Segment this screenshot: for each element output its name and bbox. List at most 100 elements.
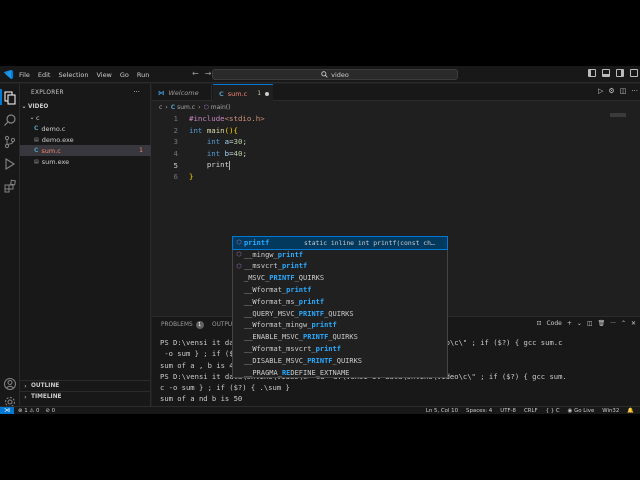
function-symbol-icon: ⬡ xyxy=(236,262,242,270)
tree-file-sum-exe[interactable]: ▤ sum.exe xyxy=(20,156,151,167)
typed-text: print xyxy=(206,160,230,170)
blank-icon: ⬡ xyxy=(234,275,244,282)
chevron-right-icon: › xyxy=(165,103,168,111)
files-icon xyxy=(4,91,16,105)
suggestion-item[interactable]: ⬡_MSVC_PRINTF_QUIRKS xyxy=(233,272,447,284)
timeline-label: TIMELINE xyxy=(31,394,62,400)
language-mode[interactable]: { } C xyxy=(546,408,560,414)
suggestion-item[interactable]: ⬡__QUERY_MSVC_PRINTF_QUIRKS xyxy=(233,308,447,320)
explorer-header: EXPLORER xyxy=(31,90,64,96)
platform[interactable]: Win32 xyxy=(602,408,619,414)
terminal-kind[interactable]: Code xyxy=(546,320,561,327)
tree-file-sum-c[interactable]: C sum.c 1 xyxy=(20,145,151,156)
suggestion-label: __Wformat_mingw_printf xyxy=(244,321,337,330)
toggle-secondary-sidebar-icon[interactable] xyxy=(616,69,624,77)
c-file-icon: C xyxy=(34,125,39,132)
suggestion-item[interactable]: ⬡ __msvcrt_printf xyxy=(233,261,447,273)
menu-go[interactable]: Go xyxy=(120,71,129,79)
ports-status[interactable]: ⊘ 0 xyxy=(45,408,55,414)
function-name: main xyxy=(206,125,225,135)
suggestion-label: __Wformat_printf xyxy=(244,286,312,295)
menu-run[interactable]: Run xyxy=(137,71,149,79)
new-terminal-icon[interactable]: + xyxy=(567,320,572,327)
remote-indicator-icon[interactable]: ⋊ xyxy=(0,407,14,414)
suggestion-item[interactable]: ⬡ printf static inline int printf(const ch… xyxy=(232,236,448,250)
vscode-logo-icon xyxy=(3,69,14,80)
maximize-panel-icon[interactable]: ⌃ xyxy=(621,320,626,327)
more-actions-icon[interactable]: ··· xyxy=(610,320,616,327)
suggestion-item[interactable]: ⬡__Wformat_msvcrt_printf xyxy=(233,343,447,355)
trash-icon[interactable]: 🗑 xyxy=(598,320,606,327)
chevron-down-icon[interactable]: ⌄ xyxy=(577,320,582,327)
suggestion-item[interactable]: ⬡__Wformat_printf xyxy=(233,284,447,296)
problems-status[interactable]: ⊗ 1 ⚠ 0 xyxy=(18,408,39,414)
customize-layout-icon[interactable] xyxy=(630,69,638,77)
suggestion-label: __msvcrt_printf xyxy=(244,262,308,271)
tab-output[interactable]: OUTPU xyxy=(212,317,232,332)
suggestion-item[interactable]: ⬡__PRAGMA_REDEFINE_EXTNAME xyxy=(233,367,447,379)
suggestion-item[interactable]: ⬡__ENABLE_MSVC_PRINTF_QUIRKS xyxy=(233,331,447,343)
tab-label: OUTPU xyxy=(212,321,233,328)
error-count: 1 xyxy=(24,408,28,414)
include-directive: #include xyxy=(189,114,225,124)
forward-arrow-icon[interactable]: → xyxy=(205,69,212,78)
outline-section[interactable]: › OUTLINE xyxy=(20,380,151,391)
split-terminal-icon[interactable]: ◫ xyxy=(587,320,593,327)
suggestion-item[interactable]: ⬡ __mingw_printf xyxy=(233,249,447,261)
menu-file[interactable]: File xyxy=(19,71,30,79)
tree-folder-c[interactable]: ⌄ c xyxy=(20,112,151,123)
run-debug-icon xyxy=(5,158,16,170)
settings-gear-icon[interactable]: ⚙ xyxy=(608,87,614,95)
type-keyword: int xyxy=(189,125,203,135)
breadcrumb-folder[interactable]: c xyxy=(159,104,162,111)
more-actions-icon[interactable]: ··· xyxy=(133,88,140,96)
closing-brace: } xyxy=(189,172,194,182)
close-icon[interactable]: ✕ xyxy=(631,320,636,327)
source-control-activity[interactable] xyxy=(3,134,17,149)
tree-root-video[interactable]: ⌄ VIDEO xyxy=(20,101,151,112)
tree-file-demo-exe[interactable]: ▤ demo.exe xyxy=(20,134,151,145)
breadcrumb-symbol[interactable]: main() xyxy=(211,104,231,111)
menu-edit[interactable]: Edit xyxy=(38,71,51,79)
go-live-button[interactable]: ◉ Go Live xyxy=(568,408,595,414)
line-number: 4 xyxy=(173,149,178,159)
menu-selection[interactable]: Selection xyxy=(58,71,88,79)
command-center-search[interactable]: video xyxy=(212,69,458,80)
tree-file-demo-c[interactable]: C demo.c xyxy=(20,123,151,134)
more-actions-icon[interactable]: ··· xyxy=(631,87,638,95)
suggestion-label: __mingw_printf xyxy=(244,250,304,259)
search-activity[interactable] xyxy=(3,112,17,126)
timeline-section[interactable]: › TIMELINE xyxy=(20,391,151,402)
code-line: 1 #include<stdio.h> xyxy=(152,113,640,125)
suggestion-item[interactable]: ⬡__Wformat_mingw_printf xyxy=(233,320,447,332)
run-debug-activity[interactable] xyxy=(3,156,17,170)
suggest-widget: ⬡ printf static inline int printf(const ch… xyxy=(232,236,448,378)
suggestion-item[interactable]: ⬡__Wformat_ms_printf xyxy=(233,296,447,308)
cursor-position[interactable]: Ln 5, Col 10 xyxy=(426,408,458,414)
explorer-activity[interactable] xyxy=(0,89,17,105)
extensions-activity[interactable] xyxy=(3,178,17,193)
tab-welcome[interactable]: ⋈ Welcome xyxy=(152,84,212,101)
code-line: 3 int a=30; xyxy=(152,136,640,148)
function-symbol-icon: ⬡ xyxy=(203,103,209,111)
tab-sum-c[interactable]: C sum.c 1 xyxy=(213,84,273,102)
line-ending[interactable]: CRLF xyxy=(524,408,538,414)
suggestion-label: __Wformat_ms_printf xyxy=(244,297,325,306)
chevron-right-icon: › xyxy=(198,103,201,111)
exe-file-icon: ▤ xyxy=(34,158,39,165)
split-editor-icon[interactable]: ◫ xyxy=(620,87,627,95)
notifications-bell-icon[interactable]: 🔔 xyxy=(627,408,634,414)
toggle-primary-sidebar-icon[interactable] xyxy=(588,69,596,77)
suggestion-item[interactable]: ⬡__DISABLE_MSVC_PRINTF_QUIRKS xyxy=(233,355,447,367)
toggle-panel-icon[interactable] xyxy=(602,69,610,77)
unsaved-dot-icon[interactable] xyxy=(265,91,270,96)
run-code-icon[interactable]: ▷ xyxy=(598,87,603,95)
activity-bar xyxy=(0,84,20,407)
menu-view[interactable]: View xyxy=(96,71,111,79)
tab-problems[interactable]: PROBLEMS 1 xyxy=(161,317,204,332)
accounts-activity[interactable] xyxy=(3,376,17,390)
indentation[interactable]: Spaces: 4 xyxy=(466,408,492,414)
back-arrow-icon[interactable]: ← xyxy=(192,69,199,78)
breadcrumb-file[interactable]: sum.c xyxy=(177,104,195,111)
encoding[interactable]: UTF-8 xyxy=(500,408,516,414)
